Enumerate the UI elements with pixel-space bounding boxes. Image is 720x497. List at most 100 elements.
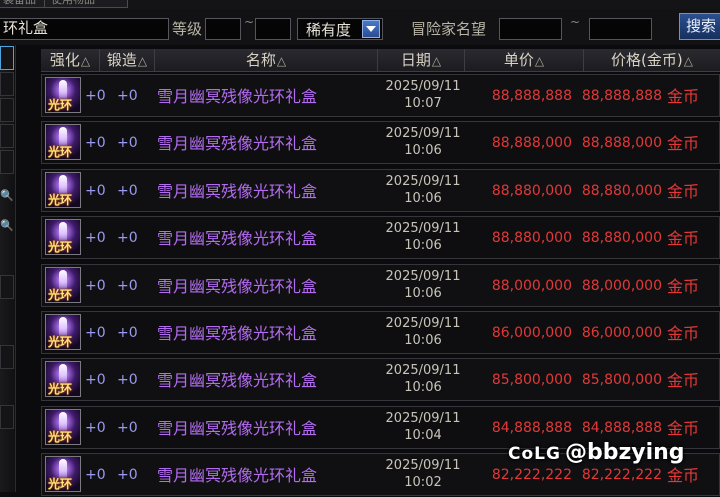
fame-min-input[interactable]: [499, 18, 562, 40]
listing-datetime: 2025/09/11 10:04: [380, 410, 466, 444]
listing-time: 10:06: [404, 238, 442, 253]
gold-currency-label: 金币: [667, 324, 700, 343]
icon-badge: 光环: [48, 98, 73, 112]
left-slot[interactable]: [0, 405, 14, 429]
table-row[interactable]: 光环 +0 +0 雪月幽冥残像光环礼盒 2025/09/11 10:06 85,800,00…: [41, 358, 720, 401]
level-range-tilde: ~: [244, 15, 255, 29]
left-slot[interactable]: [0, 124, 14, 148]
unit-price: 88,880,000: [491, 183, 572, 199]
tab-consumables[interactable]: 使用物品: [44, 0, 128, 8]
listing-time: 10:04: [404, 428, 442, 443]
sort-triangle-icon: △: [683, 54, 693, 68]
header-forge[interactable]: 锻造△: [100, 49, 155, 71]
rarity-value: 稀有度: [306, 21, 352, 39]
sort-triangle-icon: △: [137, 54, 148, 68]
forge-value: +0: [117, 88, 138, 104]
gold-currency-label: 金币: [667, 277, 700, 296]
listing-time: 10:02: [404, 475, 442, 490]
item-name: 雪月幽冥残像光环礼盒: [157, 182, 318, 201]
aura-box-icon[interactable]: 光环: [45, 409, 81, 445]
forge-value: +0: [117, 467, 138, 483]
table-row[interactable]: 光环 +0 +0 雪月幽冥残像光环礼盒 2025/09/11 10:06 88,000,00…: [41, 264, 720, 307]
tab-strip: 装备品 使用物品: [0, 0, 720, 9]
enhance-value: +0: [85, 372, 106, 388]
header-name[interactable]: 名称△: [155, 49, 378, 71]
icon-badge: 光环: [48, 145, 73, 159]
unit-price: 88,000,000: [491, 278, 572, 294]
header-enhance[interactable]: 强化△: [41, 49, 100, 71]
enhance-value: +0: [85, 230, 106, 246]
watermark: CoLG @bbzying: [508, 440, 685, 465]
total-price: 88,888,888: [581, 88, 662, 104]
tab-equipment[interactable]: 装备品: [0, 0, 48, 8]
listing-datetime: 2025/09/11 10:06: [380, 268, 466, 302]
enhance-value: +0: [85, 88, 106, 104]
magnifier-icon[interactable]: 🔍: [0, 220, 14, 232]
left-side-panel: 🔍 🔍: [0, 45, 16, 492]
total-price: 88,880,000: [581, 183, 662, 199]
search-button[interactable]: 搜索: [679, 13, 720, 40]
level-max-input[interactable]: [255, 18, 291, 40]
left-slot[interactable]: [0, 72, 14, 96]
table-row[interactable]: 光环 +0 +0 雪月幽冥残像光环礼盒 2025/09/11 10:06 88,880,00…: [41, 169, 720, 212]
listing-date: 2025/09/11: [385, 411, 461, 426]
left-slot[interactable]: [0, 98, 14, 122]
table-row[interactable]: 光环 +0 +0 雪月幽冥残像光环礼盒 2025/09/11 10:07 88,888,88…: [41, 74, 720, 117]
listing-date: 2025/09/11: [385, 221, 461, 236]
enhance-value: +0: [85, 183, 106, 199]
listing-datetime: 2025/09/11 10:06: [380, 362, 466, 396]
gold-currency-label: 金币: [667, 371, 700, 390]
listing-time: 10:06: [404, 143, 442, 158]
forge-value: +0: [117, 420, 138, 436]
enhance-value: +0: [85, 467, 106, 483]
icon-badge: 光环: [48, 382, 73, 396]
table-row[interactable]: 光环 +0 +0 雪月幽冥残像光环礼盒 2025/09/11 10:06 86,000,00…: [41, 311, 720, 354]
aura-box-icon[interactable]: 光环: [45, 77, 81, 113]
total-price: 88,000,000: [581, 278, 662, 294]
sort-triangle-icon: △: [534, 54, 545, 68]
table-row[interactable]: 光环 +0 +0 雪月幽冥残像光环礼盒 2025/09/11 10:06 88,888,00…: [41, 121, 720, 164]
icon-badge: 光环: [48, 240, 73, 254]
fame-max-input[interactable]: [589, 18, 652, 40]
item-name-input[interactable]: [0, 18, 169, 40]
total-price: 86,000,000: [581, 325, 662, 341]
item-name: 雪月幽冥残像光环礼盒: [157, 277, 318, 296]
aura-box-icon[interactable]: 光环: [45, 267, 81, 303]
listing-date: 2025/09/11: [385, 458, 461, 473]
left-slot[interactable]: [0, 150, 14, 174]
forge-value: +0: [117, 183, 138, 199]
aura-box-icon[interactable]: 光环: [45, 456, 81, 492]
aura-box-icon[interactable]: 光环: [45, 314, 81, 350]
sort-triangle-icon: △: [80, 54, 91, 68]
chevron-down-icon[interactable]: [362, 20, 380, 38]
header-unit-price[interactable]: 单价△: [465, 49, 584, 71]
listing-datetime: 2025/09/11 10:06: [380, 173, 466, 207]
level-min-input[interactable]: [205, 18, 241, 40]
fame-range-tilde: ~: [570, 15, 581, 29]
aura-box-icon[interactable]: 光环: [45, 172, 81, 208]
header-date[interactable]: 日期△: [378, 49, 465, 71]
left-slot-selected[interactable]: [0, 46, 14, 70]
listing-date: 2025/09/11: [385, 363, 461, 378]
header-total-price[interactable]: 价格(金币)△: [584, 49, 720, 71]
listing-time: 10:06: [404, 191, 442, 206]
aura-box-icon[interactable]: 光环: [45, 124, 81, 160]
listing-time: 10:06: [404, 380, 442, 395]
unit-price: 88,888,888: [491, 88, 572, 104]
item-name: 雪月幽冥残像光环礼盒: [157, 466, 318, 485]
enhance-value: +0: [85, 278, 106, 294]
icon-badge: 光环: [48, 335, 73, 349]
table-row[interactable]: 光环 +0 +0 雪月幽冥残像光环礼盒 2025/09/11 10:06 88,880,00…: [41, 216, 720, 259]
forge-value: +0: [117, 230, 138, 246]
listing-datetime: 2025/09/11 10:02: [380, 457, 466, 491]
aura-box-icon[interactable]: 光环: [45, 361, 81, 397]
listing-date: 2025/09/11: [385, 269, 461, 284]
aura-box-icon[interactable]: 光环: [45, 219, 81, 255]
level-label: 等级: [172, 20, 203, 38]
gold-currency-label: 金币: [667, 182, 700, 201]
total-price: 88,888,000: [581, 135, 662, 151]
forge-value: +0: [117, 372, 138, 388]
left-slot[interactable]: [0, 275, 14, 299]
left-slot[interactable]: [0, 345, 14, 369]
magnifier-icon[interactable]: 🔍: [0, 190, 14, 202]
